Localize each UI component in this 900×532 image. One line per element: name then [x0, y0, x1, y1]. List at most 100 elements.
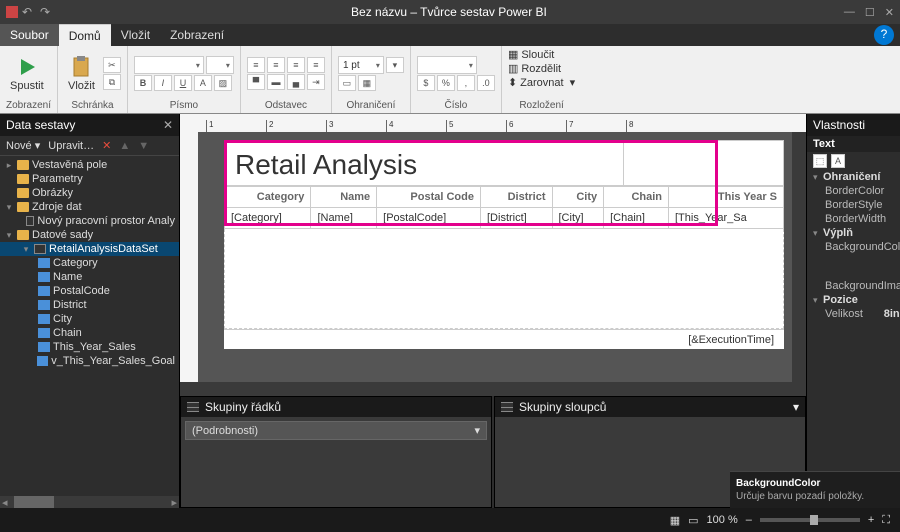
layout-view-icon[interactable]: ▦ [670, 514, 680, 527]
folder-icon [17, 202, 29, 212]
prop-row[interactable]: Velikost8in, 2.25in [807, 307, 900, 321]
col-header[interactable]: This Year S [669, 187, 784, 208]
report-title[interactable]: Retail Analysis [224, 140, 624, 186]
currency-button[interactable]: $ [417, 75, 435, 91]
col-header[interactable]: City [552, 187, 604, 208]
data-tree[interactable]: ▸Vestavěná pole Parametry Obrázky ▾Zdroj… [0, 156, 179, 496]
move-up-icon[interactable]: ▲ [119, 140, 130, 152]
number-format-combo[interactable] [417, 56, 477, 74]
vertical-ruler[interactable] [180, 132, 198, 382]
data-cell[interactable]: [Name] [311, 208, 377, 229]
prop-row[interactable]: BorderStyleŽádné [807, 198, 900, 212]
edit-button[interactable]: Upravit… [48, 140, 94, 152]
data-cell[interactable]: [City] [552, 208, 604, 229]
data-cell[interactable]: [This_Year_Sa [669, 208, 784, 229]
redo-icon[interactable]: ↷ [40, 5, 54, 19]
menu-view[interactable]: Zobrazení [160, 24, 234, 46]
data-cell[interactable]: [PostalCode] [377, 208, 481, 229]
field-icon [38, 342, 50, 352]
col-header[interactable]: Name [311, 187, 377, 208]
close-icon[interactable]: ✕ [885, 6, 894, 19]
status-bar: ▦ ▭ 100 % – + ⛶ [0, 508, 900, 532]
zoom-out-button[interactable]: – [746, 514, 752, 526]
prop-group-position[interactable]: ▾Pozice [807, 293, 900, 307]
font-family-combo[interactable] [134, 56, 204, 74]
prop-cat-icon[interactable]: A [831, 154, 845, 168]
col-header[interactable]: Chain [604, 187, 669, 208]
underline-button[interactable]: U [174, 75, 192, 91]
horizontal-scrollbar[interactable] [180, 382, 806, 396]
maximize-icon[interactable]: ☐ [865, 6, 875, 19]
report-table[interactable]: Category Name Postal Code District City … [224, 186, 784, 229]
zoom-in-button[interactable]: + [868, 514, 874, 526]
page-footer[interactable]: [&ExecutionTime] [224, 329, 784, 349]
decimal-inc-button[interactable]: .0 [477, 75, 495, 91]
field-icon [38, 258, 50, 268]
undo-icon[interactable]: ↶ [22, 5, 36, 19]
group-menu-icon[interactable]: ▾ [793, 400, 799, 414]
report-data-panel: Data sestavy✕ Nové ▾ Upravit… ✕ ▲ ▼ ▸Ves… [0, 114, 180, 508]
cut-button[interactable]: ✂ [103, 57, 121, 73]
bold-button[interactable]: B [134, 75, 152, 91]
indent-button[interactable]: ⇥ [307, 74, 325, 90]
dropdown-icon[interactable]: ▾ [474, 424, 480, 437]
border-style-button[interactable]: ▭ [338, 75, 356, 91]
move-down-icon[interactable]: ▼ [138, 140, 149, 152]
data-cell[interactable]: [Category] [225, 208, 311, 229]
split-button[interactable]: ▥Rozdělit [508, 62, 561, 75]
fill-color-button[interactable]: ▨ [214, 75, 232, 91]
comma-button[interactable]: , [457, 75, 475, 91]
prop-row[interactable]: BorderWidth1 pt [807, 212, 900, 226]
grid-icon [187, 402, 199, 412]
menu-file[interactable]: Soubor [0, 24, 59, 46]
col-header[interactable]: District [481, 187, 553, 208]
run-button[interactable]: Spustit [6, 54, 48, 94]
valign-mid-button[interactable]: ▬ [267, 74, 285, 90]
col-header[interactable]: Category [225, 187, 311, 208]
ribbon: Spustit Zobrazení Vložit ✂ ⧉ Schránka [0, 46, 900, 114]
page-view-icon[interactable]: ▭ [688, 514, 698, 527]
new-button[interactable]: Nové ▾ [6, 139, 40, 152]
prop-group-border[interactable]: ▾Ohraničení [807, 170, 900, 184]
report-body[interactable]: Retail Analysis Category Name Postal Cod… [224, 140, 784, 349]
prop-group-fill[interactable]: ▾Výplň [807, 226, 900, 240]
app-icon [6, 6, 18, 18]
align-center-button[interactable]: ≡ [267, 57, 285, 73]
align-left-button[interactable]: ≡ [247, 57, 265, 73]
copy-button[interactable]: ⧉ [103, 74, 121, 90]
col-header[interactable]: Postal Code [377, 187, 481, 208]
help-icon[interactable]: ? [874, 25, 894, 45]
align-justify-button[interactable]: ≡ [307, 57, 325, 73]
italic-button[interactable]: I [154, 75, 172, 91]
selected-object-type: Text [807, 136, 900, 152]
fit-page-icon[interactable]: ⛶ [882, 514, 890, 527]
data-cell[interactable]: [District] [481, 208, 553, 229]
align-button[interactable]: ⬍Zarovnat ▾ [508, 76, 575, 89]
data-cell[interactable]: [Chain] [604, 208, 669, 229]
prop-row[interactable]: BackgroundImage [807, 279, 900, 293]
left-scrollbar[interactable]: ◂▸ [0, 496, 179, 508]
font-color-button[interactable]: A [194, 75, 212, 91]
row-group-item[interactable]: (Podrobnosti)▾ [185, 421, 487, 440]
paste-button[interactable]: Vložit [64, 54, 99, 94]
delete-icon[interactable]: ✕ [102, 139, 111, 152]
valign-top-button[interactable]: ▀ [247, 74, 265, 90]
border-width-combo[interactable]: 1 pt [338, 56, 384, 74]
horizontal-ruler[interactable]: 12345678 [180, 114, 806, 132]
merge-button[interactable]: ▦Sloučit [508, 48, 554, 61]
menu-insert[interactable]: Vložit [111, 24, 160, 46]
align-right-button[interactable]: ≡ [287, 57, 305, 73]
menu-home[interactable]: Domů [59, 24, 111, 46]
font-size-combo[interactable] [206, 56, 234, 74]
border-preset-button[interactable]: ▦ [358, 75, 376, 91]
prop-sort-icon[interactable]: ⬚ [813, 154, 827, 168]
valign-bottom-button[interactable]: ▄ [287, 74, 305, 90]
prop-row[interactable]: BorderColorČerná [807, 184, 900, 198]
vertical-scrollbar[interactable] [792, 132, 806, 382]
panel-close-icon[interactable]: ✕ [163, 118, 173, 132]
prop-row[interactable]: BackgroundColor☐ Bez barvy [807, 240, 900, 279]
percent-button[interactable]: % [437, 75, 455, 91]
zoom-slider[interactable] [760, 518, 860, 522]
border-color-button[interactable]: ▾ [386, 57, 404, 73]
minimize-icon[interactable]: — [844, 6, 855, 19]
